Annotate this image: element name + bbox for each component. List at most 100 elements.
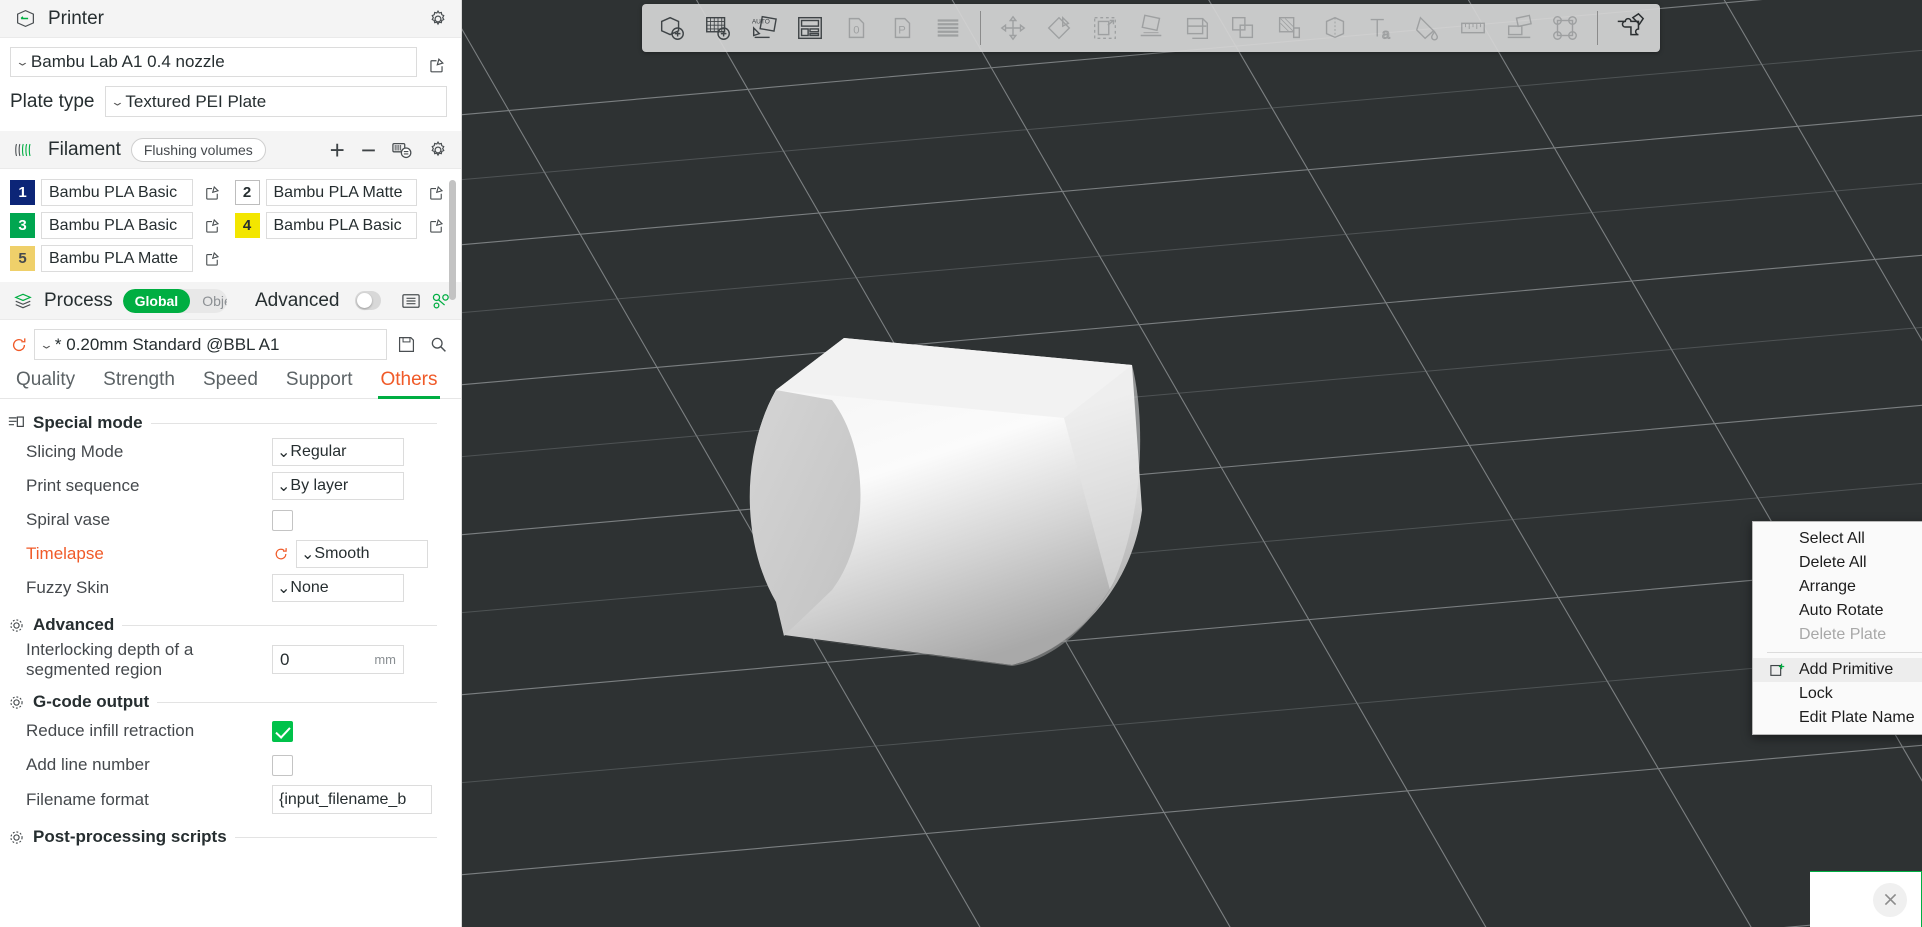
filament-color-swatch[interactable]: 2 [234, 180, 260, 205]
menu-separator [1767, 652, 1922, 653]
setting-checkbox[interactable] [272, 720, 293, 742]
plate-type-combo[interactable]: ⌄ Textured PEI Plate [104, 86, 447, 117]
toolbar-orient-icon: 0 [834, 7, 878, 49]
setting-label: Timelapse [26, 544, 104, 564]
menu-item-label: Add Primitive [1799, 661, 1894, 678]
settings-scrollbar-track[interactable] [449, 10, 456, 919]
setting-label: Interlocking depth of a segmented region [26, 640, 194, 679]
settings-scrollbar-thumb[interactable] [449, 180, 456, 300]
setting-number-input[interactable]: 0 mm [272, 645, 404, 675]
filament-edit-icon[interactable] [199, 180, 225, 206]
setting-checkbox[interactable] [272, 754, 293, 776]
toolbar-add-plate-icon[interactable] [696, 7, 740, 49]
chevron-down-icon: ⌄ [15, 55, 30, 68]
plate-context-menu: Select All Delete All Arrange Auto Rotate De… [1752, 521, 1922, 735]
tab-speed[interactable]: Speed [189, 369, 272, 398]
viewport-toolbar: AUTO 0 Pa [642, 4, 1660, 52]
printer-settings-gear-icon[interactable] [425, 6, 451, 32]
menu-item-lock[interactable]: Lock [1753, 682, 1922, 706]
add-filament-button[interactable]: + [327, 137, 348, 163]
model-object[interactable] [712, 290, 1172, 680]
tab-others[interactable]: Others [366, 369, 451, 399]
filament-color-swatch[interactable]: 4 [234, 213, 260, 238]
bambu-studio-window: Printer ⌄ Bambu Lab A1 0.4 nozzle Plate … [0, 0, 1922, 927]
chevron-down-icon: ⌄ [277, 478, 291, 495]
setting-select[interactable]: ⌄ By layer [272, 472, 404, 500]
settings-group-title: Post-processing scripts [33, 827, 227, 847]
filament-name[interactable]: Bambu PLA Basic [265, 212, 417, 239]
filament-color-swatch[interactable]: 5 [10, 246, 35, 271]
menu-item-arrange[interactable]: Arrange [1753, 575, 1922, 599]
tab-strength[interactable]: Strength [89, 369, 189, 398]
chevron-down-icon: ⌄ [301, 546, 315, 563]
flushing-volumes-button[interactable]: Flushing volumes [130, 137, 266, 162]
filament-icon [12, 137, 38, 163]
toolbar-move-icon [991, 7, 1035, 49]
settings-panel: Special mode Slicing Mode ⌄ Regular Print se… [0, 399, 461, 889]
filament-name[interactable]: Bambu PLA Matte [41, 245, 193, 272]
setting-value: By layer [290, 477, 349, 494]
menu-item-delete-all[interactable]: Delete All [1753, 551, 1922, 575]
tab-quality[interactable]: Quality [10, 369, 89, 398]
printer-preset-combo[interactable]: ⌄ Bambu Lab A1 0.4 nozzle [10, 47, 417, 77]
setting-row: Print sequence ⌄ By layer [0, 469, 461, 503]
filament-name[interactable]: Bambu PLA Matte [265, 179, 417, 206]
setting-text-input[interactable]: {input_filename_b [272, 785, 432, 815]
setting-row: Fuzzy Skin ⌄ None [0, 571, 461, 605]
segment-global[interactable]: Global [122, 288, 191, 313]
process-tabs: Quality Strength Speed Support Others [0, 360, 461, 399]
filament-item: 4 Bambu PLA Basic [234, 212, 450, 239]
filament-settings-gear-icon[interactable] [425, 137, 451, 163]
filament-sync-icon[interactable] [389, 137, 415, 163]
filament-name[interactable]: Bambu PLA Basic [41, 212, 193, 239]
filament-edit-icon[interactable] [199, 246, 225, 272]
3d-viewport[interactable]: AUTO 0 Pa Select All Delete All Arrange Auto … [462, 0, 1922, 927]
printer-edit-icon[interactable] [423, 52, 449, 78]
process-preset-combo[interactable]: ⌄ * 0.20mm Standard @BBL A1 [34, 329, 387, 360]
menu-item-auto-rotate[interactable]: Auto Rotate [1753, 599, 1922, 623]
setting-select[interactable]: ⌄ Smooth [296, 540, 428, 568]
toolbar-auto-arrange-icon[interactable]: AUTO [742, 7, 786, 49]
close-icon[interactable] [1873, 882, 1907, 917]
setting-select[interactable]: ⌄ Regular [272, 438, 404, 466]
setting-control: ⌄ By layer [272, 472, 437, 500]
build-plate-grid [462, 0, 1922, 927]
menu-item-label: Auto Rotate [1799, 602, 1884, 619]
setting-value: 0 [280, 649, 290, 669]
advanced-toggle[interactable] [355, 291, 381, 310]
svg-text:P: P [898, 25, 906, 37]
setting-checkbox[interactable] [272, 509, 293, 531]
filament-color-swatch[interactable]: 3 [10, 213, 35, 238]
compare-preset-icon[interactable] [431, 288, 451, 314]
setting-control: ⌄ None [272, 574, 437, 602]
search-icon[interactable] [425, 332, 451, 358]
filament-edit-icon[interactable] [199, 213, 225, 239]
remove-filament-button[interactable]: − [358, 137, 379, 163]
setting-select[interactable]: ⌄ None [272, 574, 404, 602]
filament-name[interactable]: Bambu PLA Basic [41, 179, 193, 206]
toolbar-plugin-icon[interactable] [1608, 7, 1652, 49]
filament-edit-icon[interactable] [423, 180, 449, 206]
menu-item-edit-plate-name[interactable]: Edit Plate Name [1753, 706, 1922, 730]
chevron-down-icon: ⌄ [39, 337, 54, 351]
add-primitive-icon [1769, 661, 1787, 679]
toolbar-add-object-icon[interactable] [650, 7, 694, 49]
menu-item-add-primitive[interactable]: Add Primitive› [1753, 658, 1922, 682]
chevron-down-icon: ⌄ [277, 580, 291, 597]
divider [122, 624, 437, 626]
chevron-down-icon: ⌄ [277, 444, 291, 461]
list-view-icon[interactable] [401, 288, 421, 314]
setting-row: Add line number [0, 748, 461, 782]
menu-item-select-all[interactable]: Select All [1753, 527, 1922, 551]
filament-edit-icon[interactable] [423, 213, 449, 239]
filament-color-swatch[interactable]: 1 [10, 180, 35, 205]
segment-objects[interactable]: Objects [190, 289, 227, 313]
plate-type-row: Plate type ⌄ Textured PEI Plate [0, 77, 461, 127]
toolbar-layout-icon[interactable] [788, 7, 832, 49]
setting-value: Regular [290, 443, 347, 460]
tab-support[interactable]: Support [272, 369, 367, 398]
reset-icon[interactable] [10, 336, 28, 354]
reset-icon[interactable] [272, 546, 290, 562]
flushing-volumes-label: Flushing volumes [143, 141, 253, 158]
save-preset-icon[interactable] [393, 332, 419, 358]
